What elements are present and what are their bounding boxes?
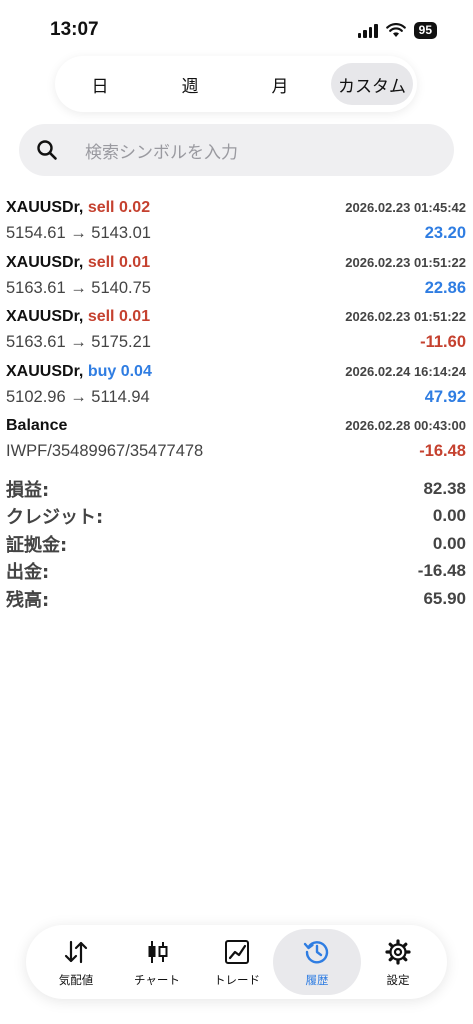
trade-history-list: XAUUSDr, sell 0.02 2026.02.23 01:45:42 5… [0, 195, 473, 468]
history-summary: 損益: 82.38 クレジット: 0.00 証拠金: 0.00 出金: -16.… [0, 475, 473, 613]
summary-value: -16.48 [417, 561, 466, 581]
nav-label: トレード [214, 973, 260, 987]
candlestick-icon [148, 941, 168, 963]
trade-prices: 5163.61 → 5175.21 [6, 333, 151, 351]
nav-history[interactable]: 履歴 [273, 929, 361, 995]
trade-symbol: XAUUSDr, [6, 308, 84, 325]
trade-row[interactable]: XAUUSDr, sell 0.01 2026.02.23 01:51:22 5… [0, 304, 473, 359]
nav-label: 履歴 [305, 973, 329, 987]
trade-time: 2026.02.23 01:45:42 [345, 200, 466, 215]
summary-label: 証拠金: [6, 534, 68, 556]
nav-trade[interactable]: トレード [193, 929, 281, 995]
status-time: 13:07 [50, 19, 99, 40]
balance-label: Balance [6, 417, 68, 434]
balance-comment: IWPF/35489967/35477478 [6, 442, 204, 460]
summary-label: 残高: [6, 589, 50, 611]
cellular-signal-icon [357, 23, 378, 38]
trade-time: 2026.02.28 00:43:00 [345, 418, 466, 433]
tab-day[interactable]: 日 [59, 63, 141, 105]
summary-balance: 残高: 65.90 [0, 585, 473, 613]
trade-side: sell 0.01 [87, 308, 151, 325]
nav-label: 気配値 [58, 973, 94, 987]
trade-profit: 22.86 [424, 278, 466, 297]
summary-profit: 損益: 82.38 [0, 475, 473, 503]
trade-time: 2026.02.24 16:14:24 [345, 363, 466, 379]
trade-symbol: XAUUSDr, [6, 199, 84, 216]
balance-row[interactable]: Balance 2026.02.28 00:43:00 IWPF/3548996… [0, 413, 473, 468]
trade-time: 2026.02.23 01:51:22 [345, 309, 466, 324]
nav-chart[interactable]: チャート [113, 929, 201, 995]
quotes-arrows-icon [64, 940, 88, 964]
nav-quotes[interactable]: 気配値 [32, 929, 120, 995]
summary-withdrawal: 出金: -16.48 [0, 558, 473, 586]
battery-icon: 95 [413, 22, 437, 39]
trade-profit: 47.92 [424, 387, 466, 406]
trade-time: 2026.02.23 01:51:22 [345, 254, 466, 270]
nav-settings[interactable]: 設定 [354, 929, 442, 995]
tab-custom[interactable]: カスタム [331, 63, 413, 105]
trade-prices: 5154.61 → 5143.01 [6, 224, 151, 242]
summary-value: 65.90 [423, 588, 466, 608]
summary-credit: クレジット: 0.00 [0, 503, 473, 531]
trade-side: buy 0.04 [87, 362, 152, 380]
search-icon [37, 140, 57, 160]
trade-profit: 23.20 [424, 224, 466, 242]
tab-month[interactable]: 月 [239, 63, 321, 105]
trade-symbol: XAUUSDr, [6, 362, 84, 380]
nav-label: チャート [134, 973, 180, 987]
summary-deposit: 証拠金: 0.00 [0, 530, 473, 558]
wifi-icon [385, 23, 406, 37]
trade-profit: -16.48 [419, 442, 466, 460]
bottom-nav: 気配値 チャート トレード 履歴 設定 [26, 925, 447, 999]
trade-side: sell 0.01 [87, 253, 151, 271]
history-clock-icon [303, 941, 329, 964]
search-field[interactable]: 検索シンボルを入力 [19, 124, 454, 176]
trade-prices: 5163.61 → 5140.75 [6, 278, 151, 297]
search-input[interactable]: 検索シンボルを入力 [85, 138, 238, 163]
summary-label: クレジット: [6, 507, 104, 529]
summary-value: 82.38 [423, 478, 466, 498]
status-bar: 13:07 95 [0, 0, 473, 56]
nav-label: 設定 [386, 973, 410, 987]
trade-row[interactable]: XAUUSDr, buy 0.04 2026.02.24 16:14:24 51… [0, 359, 473, 414]
trade-side: sell 0.02 [87, 199, 151, 216]
summary-value: 0.00 [432, 533, 466, 553]
summary-label: 損益: [6, 479, 50, 501]
tab-week[interactable]: 週 [149, 63, 231, 105]
trade-symbol: XAUUSDr, [6, 253, 84, 271]
trade-chart-icon [225, 940, 249, 964]
trade-profit: -11.60 [420, 333, 466, 351]
trade-row[interactable]: XAUUSDr, sell 0.01 2026.02.23 01:51:22 5… [0, 250, 473, 305]
trade-row[interactable]: XAUUSDr, sell 0.02 2026.02.23 01:45:42 5… [0, 195, 473, 250]
trade-prices: 5102.96 → 5114.94 [6, 387, 150, 406]
summary-value: 0.00 [432, 506, 466, 526]
gear-icon [385, 939, 411, 965]
status-icons: 95 [357, 22, 437, 39]
period-selector: 日 週 月 カスタム [55, 56, 417, 112]
summary-label: 出金: [6, 562, 50, 584]
